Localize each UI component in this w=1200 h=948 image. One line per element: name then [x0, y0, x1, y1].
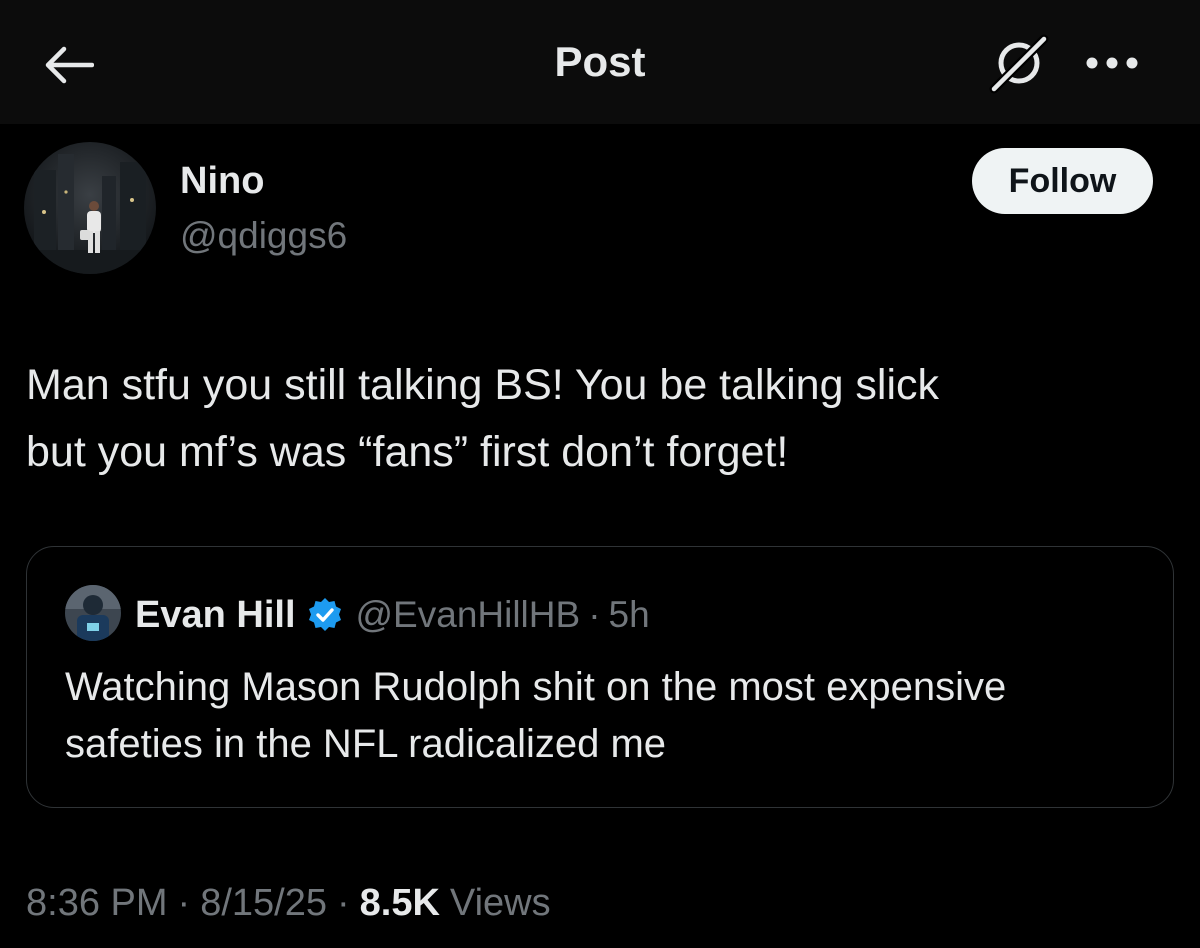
back-button[interactable]: [40, 40, 96, 90]
author-avatar[interactable]: [24, 142, 156, 274]
separator-dot: ·: [588, 594, 601, 635]
separator-dot: ·: [336, 881, 350, 924]
quoted-author-name: Evan Hill: [135, 593, 296, 636]
author-display-name[interactable]: Nino: [180, 160, 264, 203]
post-text: Man stfu you still talking BS! You be ta…: [26, 352, 1166, 486]
more-options-button[interactable]: [1080, 36, 1144, 90]
quoted-author-handle: @EvanHillHB: [355, 594, 581, 635]
follow-button[interactable]: Follow: [972, 148, 1153, 214]
post-time[interactable]: 8:36 PM: [26, 882, 168, 925]
post-meta: 8:36 PM · 8/15/25 · 8.5K Views: [26, 878, 551, 928]
post-date[interactable]: 8/15/25: [200, 882, 327, 925]
separator-dot: ·: [177, 881, 191, 924]
quoted-post-time: 5h: [608, 594, 650, 635]
quoted-author-avatar: [65, 585, 121, 641]
arrow-left-icon: [45, 46, 94, 84]
more-horizontal-icon: [1086, 57, 1138, 69]
verified-badge-icon: [306, 596, 344, 634]
quoted-post-text: Watching Mason Rudolph shit on the most …: [65, 659, 1155, 773]
views-count[interactable]: 8.5K: [360, 882, 440, 925]
quoted-post-text-line: safeties in the NFL radicalized me: [65, 722, 667, 766]
grok-button[interactable]: [988, 32, 1050, 94]
top-bar: Post: [0, 0, 1200, 124]
author-handle[interactable]: @qdiggs6: [180, 215, 347, 257]
quoted-post-card[interactable]: Evan Hill @EvanHillHB · 5h Watching Maso…: [26, 546, 1174, 808]
quoted-post-text-line: Watching Mason Rudolph shit on the most …: [65, 665, 1007, 709]
quoted-post-header: Evan Hill @EvanHillHB · 5h: [135, 591, 650, 639]
views-label: Views: [449, 881, 551, 924]
post-text-line: but you mf’s was “fans” first don’t forg…: [26, 428, 789, 476]
grok-icon: [989, 34, 1049, 94]
post-text-line: Man stfu you still talking BS! You be ta…: [26, 361, 940, 409]
